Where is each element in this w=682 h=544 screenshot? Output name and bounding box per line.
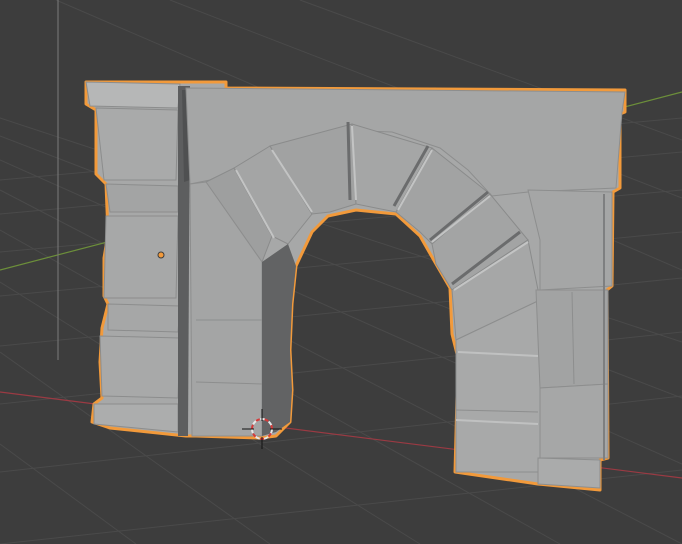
3d-viewport[interactable]	[0, 0, 682, 544]
viewport-canvas[interactable]	[0, 0, 682, 544]
object-origin-dot[interactable]	[157, 251, 165, 259]
left-pillar	[85, 81, 192, 436]
